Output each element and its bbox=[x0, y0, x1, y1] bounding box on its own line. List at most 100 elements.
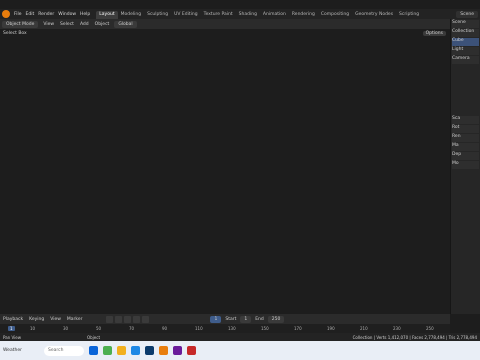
orientation-selector[interactable]: Global bbox=[114, 20, 137, 28]
3d-cursor-icon[interactable] bbox=[144, 222, 152, 230]
next-key-icon[interactable] bbox=[133, 315, 141, 323]
status-object: Object bbox=[86, 334, 101, 340]
outliner-item-label: Light bbox=[452, 47, 464, 52]
menu-help[interactable]: Help bbox=[78, 12, 92, 17]
tab-layout[interactable]: Layout bbox=[96, 11, 118, 19]
ruler-tick: 130 bbox=[228, 326, 236, 331]
outliner-item-label: Cube bbox=[452, 38, 464, 43]
tab-shading[interactable]: Shading bbox=[236, 11, 260, 19]
outliner-spacer bbox=[451, 65, 480, 115]
properties-row[interactable]: Rot bbox=[452, 125, 479, 133]
start-label: Start bbox=[225, 316, 237, 322]
windows-icon[interactable] bbox=[89, 346, 98, 355]
navigation-gizmo[interactable] bbox=[412, 41, 443, 72]
marker-menu[interactable]: Marker bbox=[64, 317, 86, 322]
folder-icon[interactable] bbox=[117, 346, 126, 355]
ruler-current-frame[interactable]: 1 bbox=[8, 326, 15, 331]
jump-end-icon[interactable] bbox=[142, 315, 150, 323]
taskbar-search[interactable]: Search bbox=[44, 345, 84, 356]
scene-selector[interactable]: Scene bbox=[456, 10, 478, 18]
select-menu[interactable]: Select bbox=[57, 22, 77, 27]
end-label: End bbox=[255, 316, 264, 322]
blender-logo-icon[interactable] bbox=[2, 10, 10, 18]
topbar-right: Scene bbox=[456, 10, 480, 18]
menu-edit[interactable]: Edit bbox=[24, 12, 37, 17]
scene-stats: Collection | Verts 1,412,070 | Faces 2,7… bbox=[352, 334, 477, 340]
status-bar: Pan View Object Collection | Verts 1,412… bbox=[0, 333, 480, 341]
mesh-wireframe bbox=[20, 104, 430, 259]
tab-texture-paint[interactable]: Texture Paint bbox=[201, 11, 236, 19]
timeline-ruler[interactable]: 1 10 30 50 70 90 110 130 150 170 190 210… bbox=[0, 324, 450, 333]
ruler-tick: 150 bbox=[261, 326, 269, 331]
properties-label: Ma bbox=[452, 143, 459, 148]
properties-row[interactable]: Sca bbox=[452, 116, 479, 124]
options-dropdown[interactable]: Options bbox=[422, 31, 446, 36]
menu-file[interactable]: File bbox=[12, 12, 24, 17]
play-icon[interactable] bbox=[124, 315, 132, 323]
edge-icon[interactable] bbox=[131, 346, 140, 355]
status-pan-view: Pan View bbox=[3, 334, 21, 340]
tab-sculpting[interactable]: Sculpting bbox=[144, 11, 171, 19]
playback-menu[interactable]: Playback bbox=[0, 317, 26, 322]
outliner-row[interactable]: Light bbox=[452, 47, 479, 55]
x-axis-line bbox=[149, 33, 179, 314]
menu-render[interactable]: Render bbox=[36, 12, 56, 17]
ruler-tick: 70 bbox=[129, 326, 135, 331]
outliner-row[interactable]: Camera bbox=[452, 56, 479, 64]
tab-uv-editing[interactable]: UV Editing bbox=[171, 11, 200, 19]
tab-scripting[interactable]: Scripting bbox=[396, 11, 422, 19]
app-icon[interactable] bbox=[173, 346, 182, 355]
top-bar: File Edit Render Window Help Layout Mode… bbox=[0, 9, 480, 19]
tab-compositing[interactable]: Compositing bbox=[318, 11, 352, 19]
prev-key-icon[interactable] bbox=[115, 315, 123, 323]
ruler-tick: 250 bbox=[426, 326, 434, 331]
outliner-row[interactable]: Collection bbox=[452, 29, 479, 37]
properties-label: Rot bbox=[452, 125, 460, 130]
view-controls[interactable] bbox=[434, 84, 441, 130]
chrome-icon[interactable] bbox=[103, 346, 112, 355]
outliner-row[interactable]: Cube bbox=[452, 38, 479, 46]
weather-widget[interactable]: Weather bbox=[0, 348, 40, 353]
properties-row[interactable]: Ren bbox=[452, 134, 479, 142]
current-frame-field[interactable]: 1 bbox=[210, 315, 222, 323]
tab-modeling[interactable]: Modeling bbox=[118, 11, 144, 19]
properties-row[interactable]: Mo bbox=[452, 161, 479, 169]
properties-row[interactable]: Ma bbox=[452, 143, 479, 151]
y-axis-line bbox=[0, 178, 450, 300]
tab-geometry-nodes[interactable]: Geometry Nodes bbox=[352, 11, 396, 19]
transform-gizmo[interactable] bbox=[92, 34, 128, 75]
end-frame-field[interactable]: 250 bbox=[267, 315, 285, 323]
ruler-tick: 210 bbox=[360, 326, 368, 331]
blender-icon[interactable] bbox=[159, 346, 168, 355]
app-icon[interactable] bbox=[187, 346, 196, 355]
select-box-tool[interactable]: Select Box bbox=[0, 31, 30, 36]
viewport-header: Object Mode View Select Add Object Globa… bbox=[0, 19, 450, 29]
workspace-tabs: Layout Modeling Sculpting UV Editing Tex… bbox=[96, 9, 422, 19]
object-menu[interactable]: Object bbox=[92, 22, 113, 27]
viewport-canvas[interactable] bbox=[0, 19, 450, 314]
menu-window[interactable]: Window bbox=[56, 12, 78, 17]
tool-header: Select Box Options bbox=[0, 29, 450, 38]
main-menu: File Edit Render Window Help bbox=[12, 9, 92, 19]
add-menu[interactable]: Add bbox=[77, 22, 92, 27]
ruler-tick: 110 bbox=[195, 326, 203, 331]
mode-selector[interactable]: Object Mode bbox=[2, 20, 39, 28]
jump-start-icon[interactable] bbox=[106, 315, 114, 323]
timeline-view-menu[interactable]: View bbox=[47, 317, 64, 322]
outliner-item-label: Scene bbox=[452, 20, 466, 25]
properties-row[interactable]: Dep bbox=[452, 152, 479, 160]
grid-floor bbox=[0, 158, 450, 314]
view-menu[interactable]: View bbox=[40, 22, 57, 27]
start-frame-field[interactable]: 1 bbox=[240, 315, 252, 323]
keying-menu[interactable]: Keying bbox=[26, 317, 47, 322]
outliner-row[interactable]: Scene bbox=[452, 20, 479, 28]
outliner-item-label: Collection bbox=[452, 29, 475, 34]
photoshop-icon[interactable] bbox=[145, 346, 154, 355]
headboard-mesh[interactable] bbox=[0, 96, 436, 288]
tab-rendering[interactable]: Rendering bbox=[289, 11, 318, 19]
3d-viewport[interactable] bbox=[0, 19, 450, 314]
timeline-header: Playback Keying View Marker 1 Start 1 En… bbox=[0, 314, 450, 324]
tab-animation[interactable]: Animation bbox=[260, 11, 289, 19]
outliner-properties-panel: Scene Collection Cube Light Camera Sca R… bbox=[450, 19, 480, 314]
properties-label: Ren bbox=[452, 134, 461, 139]
